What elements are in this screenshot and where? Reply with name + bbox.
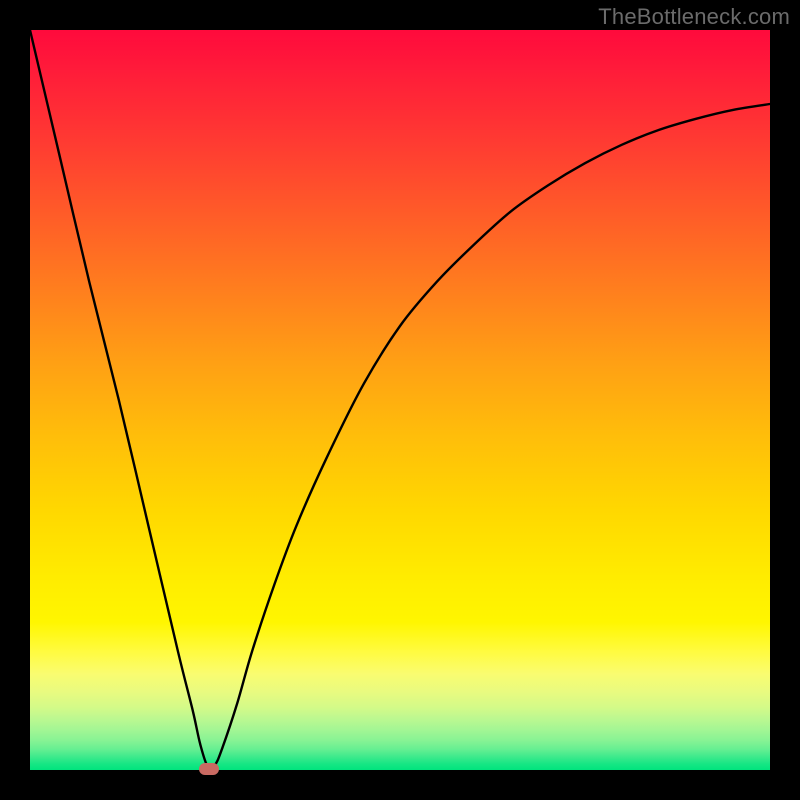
chart-frame: TheBottleneck.com [0,0,800,800]
chart-plot-area [30,30,770,770]
watermark-text: TheBottleneck.com [598,4,790,30]
bottleneck-curve [30,30,770,770]
optimal-point-marker [199,763,219,775]
